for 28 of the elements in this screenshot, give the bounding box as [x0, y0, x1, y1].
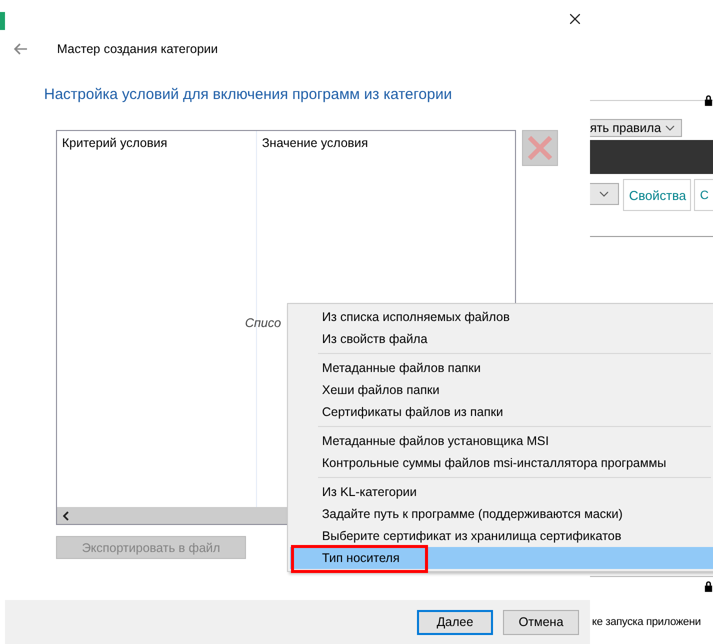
column-header[interactable]: Значение условия [262, 136, 368, 150]
column-header[interactable]: Критерий условия [62, 136, 168, 150]
chevron-down-icon [665, 125, 675, 131]
menu-item[interactable]: Из KL-категории [290, 481, 713, 503]
menu-item[interactable]: Контрольные суммы файлов msi-инсталлятора программы [290, 452, 713, 474]
chevron-down-icon [599, 191, 609, 197]
menu-item[interactable]: Из списка исполняемых файлов [290, 306, 713, 328]
menu-item[interactable]: Сертификаты файлов из папки [290, 401, 713, 423]
cancel-button[interactable]: Отмена [503, 610, 579, 634]
wizard-header: Мастер создания категории [57, 42, 218, 56]
rules-dropdown[interactable]: ять правила [590, 119, 682, 137]
scroll-left-icon[interactable] [63, 510, 69, 520]
close-icon[interactable] [570, 14, 580, 24]
next-button[interactable]: Далее [417, 610, 493, 634]
lock-icon [704, 581, 713, 592]
status-text: ке запуска приложени [592, 616, 701, 628]
properties-button[interactable]: Свойства [623, 179, 691, 211]
menu-item[interactable]: Выберите сертификат из хранилища сертификатов [290, 525, 713, 547]
empty-list-text: Списо [245, 316, 282, 330]
button[interactable]: С [694, 179, 713, 211]
menu-item[interactable]: Хеши файлов папки [290, 379, 713, 401]
back-arrow-icon[interactable] [13, 43, 27, 55]
menu-item[interactable]: Задайте путь к программе (поддерживаются маски) [290, 503, 713, 525]
lock-icon [704, 95, 713, 106]
menu-item[interactable]: Из свойств файла [290, 328, 713, 350]
menu-item[interactable]: Метаданные файлов установщика MSI [290, 430, 713, 452]
menu-item[interactable]: Метаданные файлов папки [290, 357, 713, 379]
page-title: Настройка условий для включения программ из категории [44, 86, 453, 103]
